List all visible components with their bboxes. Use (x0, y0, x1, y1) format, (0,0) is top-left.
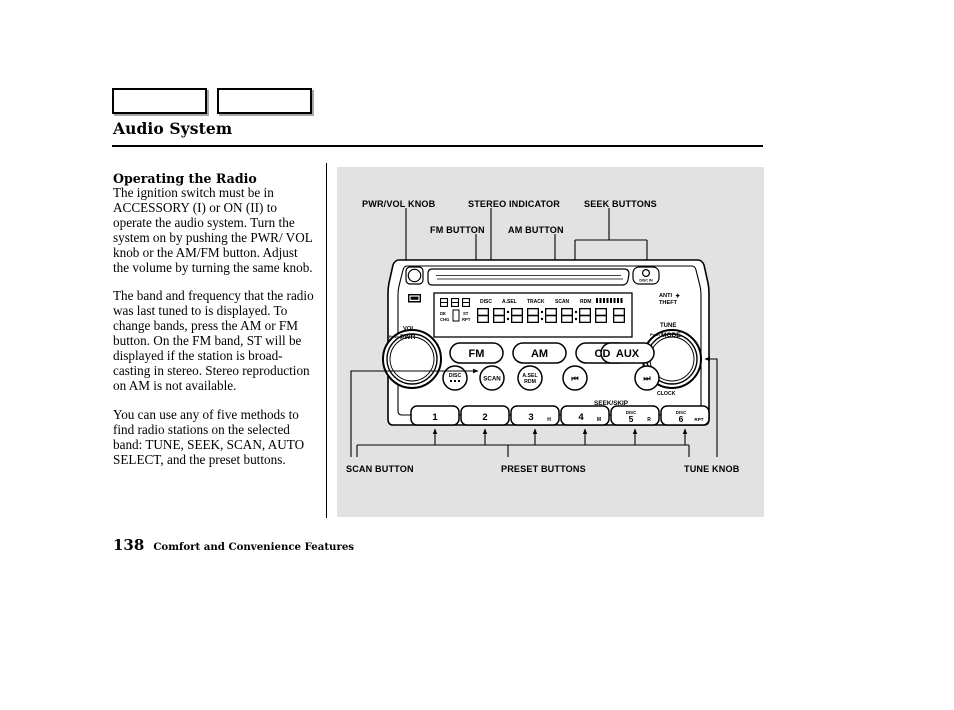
section-heading: Operating the Radio (113, 171, 257, 186)
preset-1-label: 1 (432, 412, 438, 423)
body-paragraph-1: The ignition switch must be in ACCESSORY… (113, 185, 313, 275)
page-title: Audio System (113, 119, 233, 138)
preset-5-sub: R (647, 417, 651, 423)
header-tab-1[interactable] (112, 88, 207, 114)
preset-4-sub: M (597, 417, 601, 423)
aux-button-label: AUX (616, 348, 640, 360)
lcd-chg: CHG (440, 317, 449, 322)
lcd-display: DE CHG ST RPT DISC A.SEL TRACK SCAN RDM (433, 292, 633, 338)
lcd-de: DE (440, 311, 446, 316)
lcd-scan: SCAN (555, 299, 570, 305)
preset-2-label: 2 (482, 412, 487, 423)
preset-3-sub: H (547, 417, 551, 423)
radio-illustration: DISC IN ANTI ✦ THEFT DE CHG ST RPT DISC … (350, 208, 718, 457)
mode-text: MODE (661, 332, 681, 339)
lcd-asel: A.SEL (502, 299, 517, 305)
column-divider (326, 163, 328, 518)
anti-theft-star: ✦ (675, 292, 681, 300)
lcd-segments (477, 308, 625, 323)
seek-back-icon: ⏮ (571, 374, 578, 383)
preset-4-button (560, 405, 610, 426)
lcd-rdm: RDM (580, 299, 591, 305)
page-footer: 138 Comfort and Convenience Features (113, 536, 354, 554)
seek-forward-icon: ⏭ (643, 374, 651, 383)
cd-button-label: CD (595, 348, 611, 360)
lcd-st: ST (463, 311, 469, 316)
title-divider-rule (112, 145, 763, 147)
push-text-left: Push (389, 334, 399, 339)
fm-button-label: FM (469, 348, 485, 360)
vol-text: VOL (403, 326, 415, 332)
anti-theft-line2: THEFT (659, 300, 678, 306)
tune-text: TUNE (660, 323, 676, 329)
rdm-label: RDM (524, 379, 536, 385)
preset-6-label: 6 (679, 414, 684, 424)
preset-6-sub: RPT (694, 417, 703, 422)
scan-button-label: SCAN (483, 376, 501, 383)
header-tabs (112, 88, 312, 114)
cd-logo-icon (408, 294, 421, 303)
preset-6-button (660, 405, 710, 426)
lcd-rpt: RPT (462, 317, 471, 322)
disc-in-text: DISC IN (639, 279, 653, 283)
clock-text: CLOCK (657, 391, 676, 397)
anti-theft-line1: ANTI (659, 293, 672, 299)
am-button-label: AM (531, 348, 548, 360)
disc-button-dots (450, 380, 460, 382)
lcd-disc: DISC (480, 299, 492, 305)
preset-4-label: 4 (578, 412, 584, 423)
preset-5-label: 5 (629, 414, 634, 424)
body-paragraph-2: The band and frequency that the radio wa… (113, 288, 314, 393)
preset-3-label: 3 (528, 412, 533, 423)
push-text-right: Push (650, 332, 660, 337)
pwr-text: PWR (400, 334, 416, 341)
header-tab-2[interactable] (217, 88, 312, 114)
preset-3-button (510, 405, 560, 426)
manual-page: Audio System Operating the Radio The ign… (0, 0, 954, 710)
disc-button-label: DISC (449, 373, 462, 379)
body-text-column: Operating the Radio The ignition switch … (113, 171, 316, 467)
footer-section-title: Comfort and Convenience Features (153, 541, 355, 553)
page-number: 138 (113, 536, 145, 554)
body-paragraph-3: You can use any of five methods to find … (113, 406, 305, 467)
lcd-track: TRACK (527, 299, 545, 305)
preset-5-button (610, 405, 660, 426)
